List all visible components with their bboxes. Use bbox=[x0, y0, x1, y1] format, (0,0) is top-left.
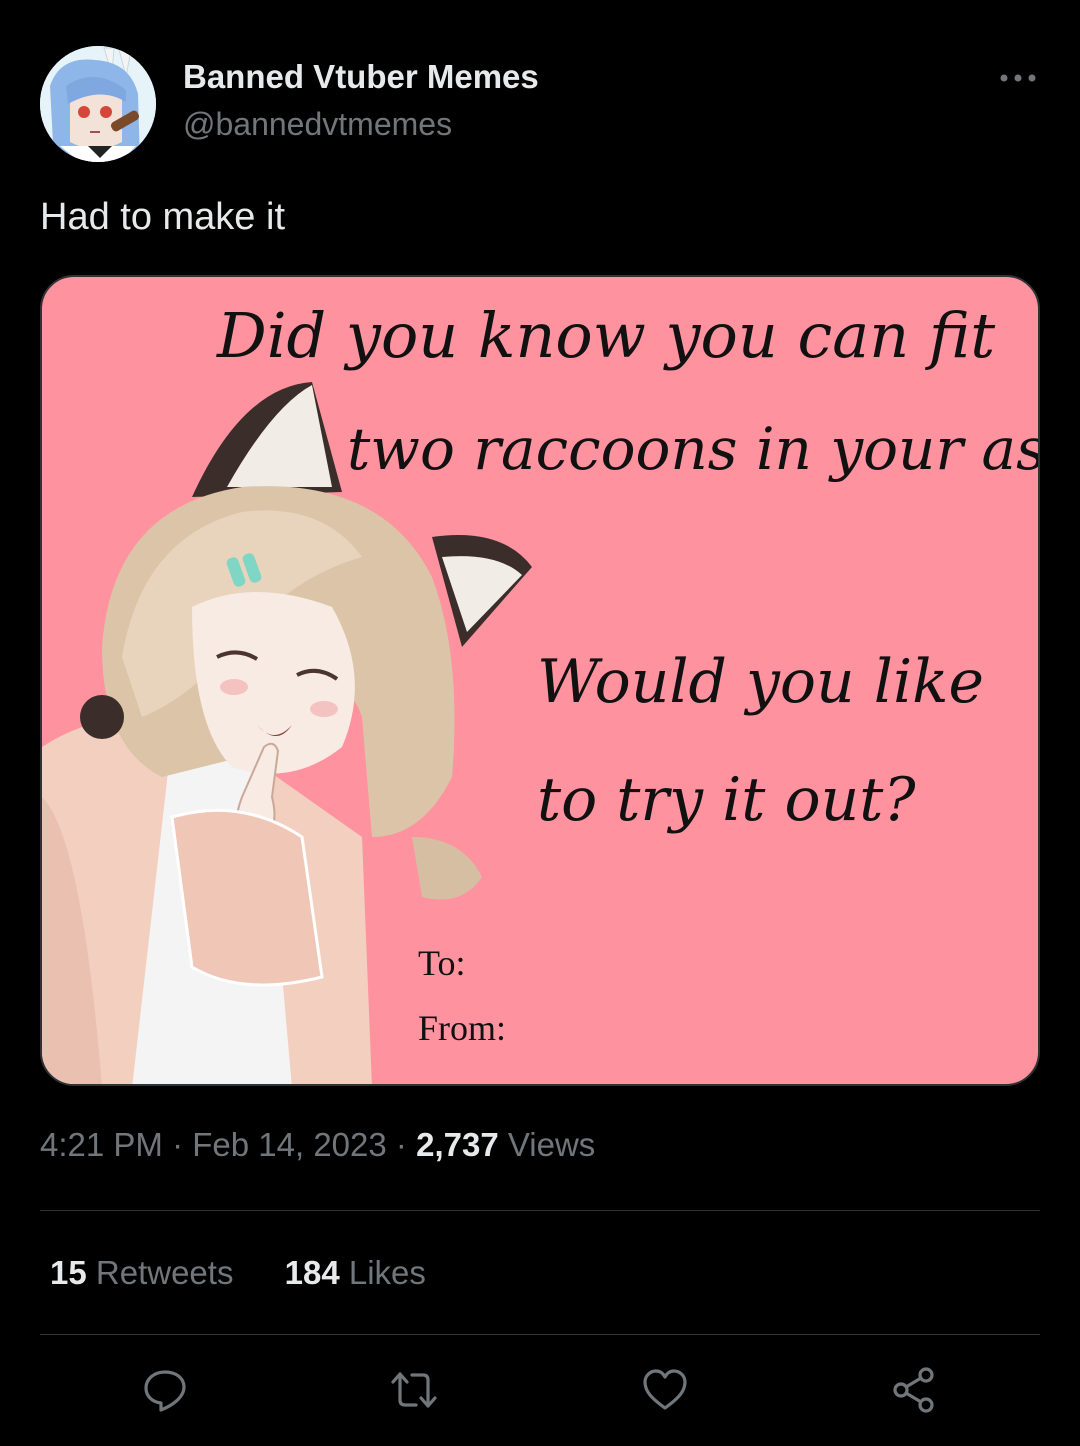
avatar-icon[interactable] bbox=[40, 46, 156, 162]
views-label: Views bbox=[507, 1126, 596, 1163]
more-options-icon[interactable] bbox=[996, 66, 1040, 90]
card-text-line-4: to try it out? bbox=[537, 765, 916, 835]
likes-label: Likes bbox=[348, 1254, 426, 1291]
author-display-name[interactable]: Banned Vtuber Memes bbox=[183, 58, 539, 96]
retweets-label: Retweets bbox=[95, 1254, 234, 1291]
divider bbox=[40, 1334, 1040, 1335]
card-text-line-3: Would you like bbox=[537, 647, 985, 717]
tweet-time[interactable]: 4:21 PM bbox=[40, 1126, 163, 1163]
retweet-icon[interactable] bbox=[390, 1366, 438, 1414]
share-icon[interactable] bbox=[890, 1366, 938, 1414]
views-count: 2,737 bbox=[416, 1126, 499, 1163]
card-text-line-2: two raccoons in your ass bbox=[347, 415, 1040, 483]
reply-icon[interactable] bbox=[141, 1366, 189, 1414]
likes-stat[interactable]: 184 Likes bbox=[285, 1254, 426, 1292]
separator-dot: · bbox=[395, 1126, 417, 1163]
retweets-count: 15 bbox=[50, 1254, 87, 1291]
tweet-metadata: 4:21 PM · Feb 14, 2023 · 2,737 Views bbox=[40, 1126, 595, 1164]
tweet-header: Banned Vtuber Memes @bannedvtmemes bbox=[40, 46, 1040, 164]
tweet-date[interactable]: Feb 14, 2023 bbox=[192, 1126, 387, 1163]
action-bar bbox=[40, 1360, 1040, 1420]
tweet-media-image[interactable]: Did you know you can fit two raccoons in… bbox=[40, 275, 1040, 1086]
author-handle[interactable]: @bannedvtmemes bbox=[183, 106, 452, 143]
divider bbox=[40, 1210, 1040, 1211]
tweet-text: Had to make it bbox=[40, 196, 285, 238]
card-from-label: From: bbox=[418, 1008, 507, 1048]
separator-dot: · bbox=[172, 1126, 193, 1163]
card-to-label: To: bbox=[418, 943, 466, 983]
retweets-stat[interactable]: 15 Retweets bbox=[50, 1254, 233, 1292]
likes-count: 184 bbox=[284, 1254, 340, 1291]
card-text-line-1: Did you know you can fit bbox=[217, 299, 996, 372]
engagement-stats: 15 Retweets 184 Likes bbox=[50, 1254, 468, 1292]
like-icon[interactable] bbox=[641, 1366, 689, 1414]
